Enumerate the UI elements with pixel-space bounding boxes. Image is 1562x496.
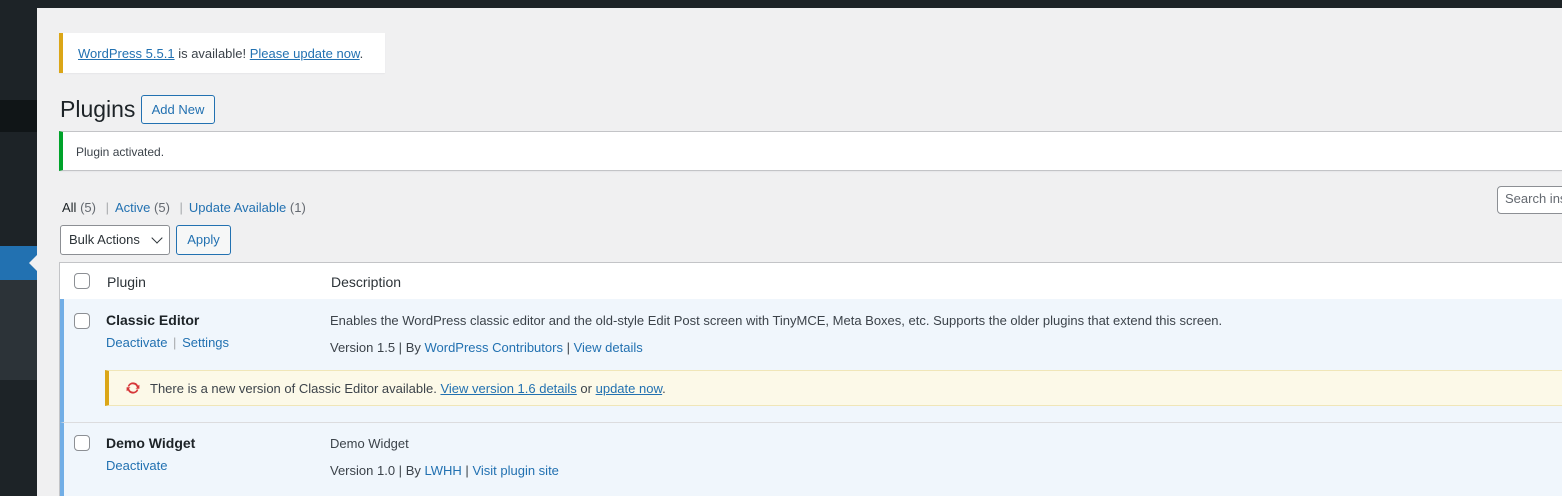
plugin-name: Demo Widget — [106, 435, 196, 451]
please-update-link[interactable]: Please update now — [250, 46, 360, 61]
update-or-text: or — [576, 381, 596, 396]
deactivate-link[interactable]: Deactivate — [106, 458, 167, 473]
action-separator: | — [173, 335, 177, 350]
filter-separator: | — [105, 200, 109, 215]
page-title: Plugins — [60, 96, 136, 122]
plugin-version: Version 1.0 — [330, 463, 396, 478]
meta-separator: | — [465, 463, 469, 478]
filter-update-count: (1) — [289, 200, 306, 215]
notice-message: Plugin activated. — [76, 145, 165, 159]
settings-link[interactable]: Settings — [182, 335, 229, 350]
plugin-activated-notice: Plugin activated. — [59, 131, 1562, 171]
column-plugin[interactable]: Plugin — [107, 274, 146, 290]
meta-separator: | — [398, 340, 403, 355]
plugin-name: Classic Editor — [106, 312, 200, 328]
plugin-status-filters: All (5) | Active (5) | Update Available (1… — [62, 200, 306, 215]
core-update-notice: WordPress 5.5.1 is available! Please upd… — [59, 33, 385, 73]
select-all-checkbox[interactable] — [74, 273, 90, 289]
filter-separator: | — [179, 200, 183, 215]
wordpress-version-link[interactable]: WordPress 5.5.1 — [78, 46, 175, 61]
column-description[interactable]: Description — [331, 274, 401, 290]
main-content: WordPress 5.5.1 is available! Please upd… — [37, 8, 1562, 496]
view-details-link[interactable]: View details — [574, 340, 643, 355]
deactivate-link[interactable]: Deactivate — [106, 335, 167, 350]
meta-separator: | — [566, 340, 570, 355]
author-link[interactable]: WordPress Contributors — [424, 340, 562, 355]
filter-update-available[interactable]: Update Available — [189, 200, 286, 215]
add-new-button[interactable]: Add New — [141, 95, 215, 124]
table-row: Classic Editor Deactivate | Settings Ena… — [60, 299, 1562, 422]
author-link[interactable]: LWHH — [424, 463, 461, 478]
plugin-meta: Version 1.5 | By WordPress Contributors … — [330, 340, 643, 355]
view-version-details-link[interactable]: View version 1.6 details — [440, 381, 576, 396]
plugin-version: Version 1.5 — [330, 340, 396, 355]
table-header: Plugin Description — [60, 263, 1562, 300]
search-plugins-input[interactable]: Search installed plugins... — [1497, 186, 1562, 214]
row-checkbox[interactable] — [74, 313, 90, 329]
plugins-table: Plugin Description Classic Editor Deacti… — [59, 262, 1562, 496]
update-refresh-icon — [126, 382, 140, 394]
row-actions: Deactivate — [106, 458, 167, 473]
filter-all[interactable]: All — [62, 200, 76, 215]
apply-button[interactable]: Apply — [176, 225, 231, 255]
update-end-text: . — [662, 381, 666, 396]
plugin-update-notice: There is a new version of Classic Editor… — [105, 370, 1562, 406]
visit-plugin-site-link[interactable]: Visit plugin site — [472, 463, 558, 478]
filter-all-count: (5) — [80, 200, 96, 215]
filter-active[interactable]: Active — [115, 200, 150, 215]
plugin-description: Enables the WordPress classic editor and… — [330, 313, 1223, 328]
admin-top-bar — [0, 0, 1562, 8]
meta-separator: | — [398, 463, 403, 478]
filter-active-count: (5) — [154, 200, 170, 215]
bulk-actions-value: Bulk Actions — [69, 232, 140, 247]
current-menu-arrow-icon — [29, 255, 37, 271]
table-row: Demo Widget Deactivate Demo Widget Versi… — [60, 422, 1562, 496]
admin-sidebar — [0, 0, 37, 496]
by-label: By — [405, 340, 421, 355]
notice-text-end: . — [359, 46, 364, 61]
plugin-description: Demo Widget — [330, 436, 409, 451]
sidebar-menu-item[interactable] — [0, 100, 37, 132]
sidebar-submenu[interactable] — [0, 280, 37, 380]
notice-text: is available! — [174, 46, 250, 61]
row-checkbox[interactable] — [74, 435, 90, 451]
bulk-actions-select[interactable]: Bulk Actions — [60, 225, 170, 255]
chevron-down-icon — [151, 232, 163, 244]
update-text: There is a new version of Classic Editor… — [150, 381, 441, 396]
row-actions: Deactivate | Settings — [106, 335, 229, 350]
by-label: By — [405, 463, 421, 478]
plugin-meta: Version 1.0 | By LWHH | Visit plugin sit… — [330, 463, 559, 478]
update-now-link[interactable]: update now — [596, 381, 663, 396]
